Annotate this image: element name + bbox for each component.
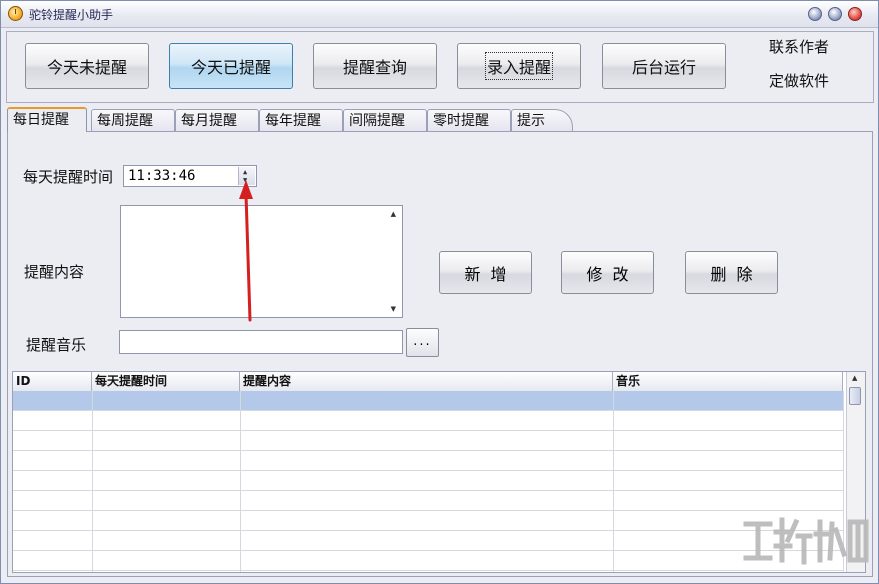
table-row[interactable]: [13, 531, 843, 551]
contact-author-link[interactable]: 联系作者: [769, 36, 829, 57]
reminded-today-button[interactable]: 今天已提醒: [169, 43, 293, 89]
tab-weekly[interactable]: 每周提醒: [91, 109, 175, 131]
enter-reminder-button[interactable]: 录入提醒: [457, 43, 581, 89]
tab-yearly[interactable]: 每年提醒: [259, 109, 343, 131]
custom-software-link[interactable]: 定做软件: [769, 70, 829, 91]
music-label: 提醒音乐: [26, 336, 87, 354]
button-label: 今天未提醒: [46, 58, 127, 77]
table-row[interactable]: [13, 511, 843, 531]
column-divider: [92, 391, 93, 572]
column-header-content[interactable]: 提醒内容: [240, 372, 613, 391]
button-label: 删除: [710, 264, 763, 284]
time-value: 11:33:46: [128, 168, 196, 184]
run-background-button[interactable]: 后台运行: [602, 43, 726, 89]
app-window: 驼铃提醒小助手 今天未提醒 今天已提醒 提醒查询 录入提醒 后台运行 联系作者 …: [0, 0, 879, 584]
time-input[interactable]: 11:33:46 ▲ ▼: [123, 165, 257, 187]
browse-music-button[interactable]: ...: [406, 328, 439, 357]
content-label: 提醒内容: [24, 263, 85, 281]
table-row[interactable]: [13, 471, 843, 491]
tab-one-time[interactable]: 零时提醒: [427, 109, 511, 131]
tab-strip: 每日提醒 每周提醒 每月提醒 每年提醒 间隔提醒 零时提醒 提示: [7, 107, 873, 133]
column-divider: [613, 391, 614, 572]
music-input[interactable]: [119, 330, 403, 354]
add-button[interactable]: 新增: [439, 251, 532, 294]
table-row[interactable]: [13, 551, 843, 571]
minimize-button[interactable]: [808, 7, 822, 21]
close-button[interactable]: [848, 7, 862, 21]
reminders-table: ID 每天提醒时间 提醒内容 音乐 ▲: [12, 371, 866, 573]
table-row[interactable]: [13, 411, 843, 431]
column-header-id[interactable]: ID: [13, 372, 92, 391]
query-reminders-button[interactable]: 提醒查询: [313, 43, 437, 89]
toolbar-panel: 今天未提醒 今天已提醒 提醒查询 录入提醒 后台运行 联系作者 定做软件: [6, 31, 874, 103]
alarm-clock-icon: [8, 6, 23, 21]
watermark-logo: [743, 517, 869, 565]
button-label: 修改: [586, 264, 639, 284]
table-row[interactable]: [13, 431, 843, 451]
content-textarea[interactable]: ▲ ▼: [120, 205, 403, 318]
tab-monthly[interactable]: 每月提醒: [175, 109, 259, 131]
button-label: 今天已提醒: [190, 58, 271, 77]
tab-daily[interactable]: 每日提醒: [7, 107, 87, 132]
spin-down-icon[interactable]: ▼: [243, 176, 247, 184]
scroll-up-icon[interactable]: ▲: [852, 374, 857, 382]
column-header-music[interactable]: 音乐: [613, 372, 843, 391]
window-title: 驼铃提醒小助手: [29, 8, 114, 22]
column-divider: [240, 391, 241, 572]
button-label: 后台运行: [631, 58, 696, 77]
table-row-selected[interactable]: [13, 391, 843, 411]
unreminded-today-button[interactable]: 今天未提醒: [25, 43, 149, 89]
time-spinner[interactable]: ▲ ▼: [238, 167, 255, 185]
scroll-up-icon[interactable]: ▲: [391, 210, 396, 218]
table-row[interactable]: [13, 451, 843, 471]
spin-up-icon[interactable]: ▲: [243, 168, 247, 176]
button-label: 提醒查询: [342, 58, 407, 77]
maximize-button[interactable]: [828, 7, 842, 21]
scroll-down-icon[interactable]: ▼: [391, 305, 396, 313]
table-header: ID 每天提醒时间 提醒内容 音乐: [13, 372, 843, 392]
tab-tips[interactable]: 提示: [511, 109, 573, 131]
table-row[interactable]: [13, 491, 843, 511]
tab-interval[interactable]: 间隔提醒: [343, 109, 427, 131]
title-bar: 驼铃提醒小助手: [1, 1, 878, 28]
edit-button[interactable]: 修改: [561, 251, 654, 294]
scrollbar-thumb[interactable]: [849, 387, 861, 405]
button-label: 新增: [464, 264, 517, 284]
time-label: 每天提醒时间: [23, 168, 114, 186]
delete-button[interactable]: 删除: [685, 251, 778, 294]
button-label: 录入提醒: [484, 52, 554, 80]
column-header-time[interactable]: 每天提醒时间: [92, 372, 240, 391]
